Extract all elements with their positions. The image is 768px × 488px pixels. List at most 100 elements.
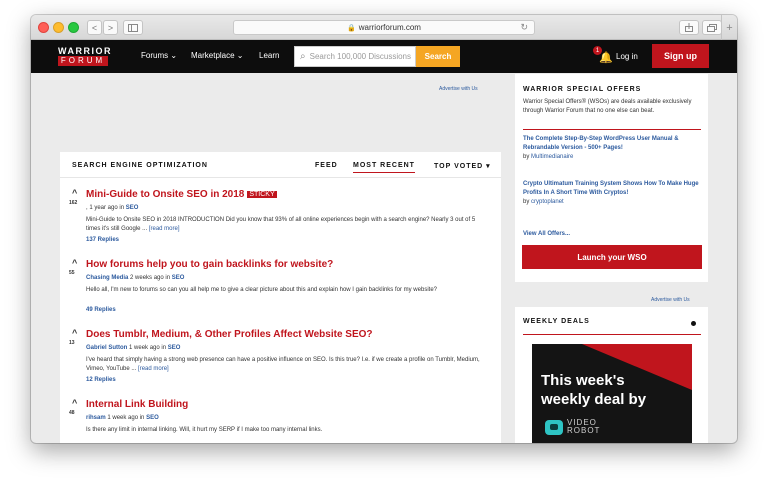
special-offers-description: Warrior Special Offers® (WSOs) are deals… <box>523 99 692 114</box>
back-button[interactable]: < <box>87 20 102 35</box>
upvote-icon[interactable]: ^ <box>72 329 77 338</box>
post-title-link[interactable]: Mini-Guide to Onsite SEO in 2018 STICKY <box>86 189 277 200</box>
weekly-deal-banner[interactable]: This week's weekly deal by VIDEO ROBOT <box>532 344 692 443</box>
chevron-left-icon: < <box>91 22 98 33</box>
banner-headline: This week's weekly deal by <box>541 371 646 409</box>
nav-marketplace-link[interactable]: Marketplace ⌄ <box>191 51 244 60</box>
launch-wso-button[interactable]: Launch your WSO <box>522 245 702 269</box>
search-input[interactable]: ⌕ Search 100,000 Discussions <box>294 46 416 67</box>
divider <box>523 129 701 130</box>
post-category-link[interactable]: SEO <box>172 275 185 281</box>
offer-by-text: by <box>523 154 530 160</box>
brand-line-2: ROBOT <box>567 426 601 435</box>
tab-top-voted[interactable]: TOP VOTED ▾ <box>434 162 491 170</box>
lock-icon: 🔒 <box>347 24 356 32</box>
post-excerpt: Mini-Guide to Onsite SEO in 2018 INTRODU… <box>86 216 486 234</box>
read-more-link[interactable]: [read more] <box>138 366 169 372</box>
vote-count: 55 <box>69 270 75 276</box>
post-excerpt: I've heard that simply having a strong w… <box>86 356 486 374</box>
replies-link[interactable]: 49 Replies <box>86 307 116 313</box>
carousel-dot-icon[interactable] <box>691 321 696 326</box>
tab-most-recent[interactable]: MOST RECENT <box>353 162 415 173</box>
banner-line-1: This week's <box>541 372 625 389</box>
offer-title-link[interactable]: Crypto Ultimatum Training System Shows H… <box>523 181 699 196</box>
special-offers-panel: WARRIOR SPECIAL OFFERS Warrior Special O… <box>515 74 708 282</box>
post-title-text: Mini-Guide to Onsite SEO in 2018 <box>86 189 245 200</box>
upvote-icon[interactable]: ^ <box>72 259 77 268</box>
post-meta-text: 1 week ago in <box>129 345 167 351</box>
vote-count: 48 <box>69 410 75 416</box>
post-title-link[interactable]: Internal Link Building <box>86 399 188 410</box>
offer-item: The Complete Step-By-Step WordPress User… <box>523 135 703 162</box>
tabs-icon <box>707 23 717 32</box>
replies-link[interactable]: 137 Replies <box>86 237 119 243</box>
view-all-offers-link[interactable]: View All Offers... <box>523 231 570 237</box>
post-meta-text: 2 weeks ago in <box>130 275 171 281</box>
address-bar[interactable]: 🔒 warriorforum.com ↻ <box>233 20 535 35</box>
search-button[interactable]: Search <box>416 46 460 67</box>
forward-button[interactable]: > <box>103 20 118 35</box>
zoom-window-icon[interactable] <box>68 22 79 33</box>
offer-author-link[interactable]: cryptoplanet <box>531 199 564 205</box>
search-icon: ⌕ <box>300 51 306 62</box>
vote-count: 13 <box>69 340 75 346</box>
special-offers-title: WARRIOR SPECIAL OFFERS <box>523 86 642 93</box>
notification-badge: 1 <box>593 46 602 55</box>
chevron-right-icon: > <box>107 22 114 33</box>
nav-forums-link[interactable]: Forums ⌄ <box>141 51 177 60</box>
banner-line-2: weekly deal by <box>541 391 647 408</box>
post-author-link[interactable]: Chasing Media <box>86 275 128 281</box>
post-title-link[interactable]: Does Tumblr, Medium, & Other Profiles Af… <box>86 329 373 340</box>
video-robot-logo-icon <box>545 420 563 435</box>
post-excerpt: Hello all, I'm new to forums so can you … <box>86 287 437 293</box>
post-author-link[interactable]: rihsam <box>86 415 106 421</box>
sidebar-icon <box>128 23 138 32</box>
warrior-forum-logo[interactable]: WARRIOR FORUM <box>58 45 111 67</box>
replies-link[interactable]: 12 Replies <box>86 377 116 383</box>
post-category-link[interactable]: SEO <box>146 415 159 421</box>
reload-icon[interactable]: ↻ <box>520 22 528 33</box>
read-more-link[interactable]: [read more] <box>149 226 180 232</box>
post-meta: Gabriel Sutton 1 week ago in SEO <box>86 345 180 351</box>
advertise-link-sidebar[interactable]: Advertise with Us <box>651 297 690 303</box>
login-link[interactable]: Log in <box>616 52 638 61</box>
close-window-icon[interactable] <box>38 22 49 33</box>
upvote-icon[interactable]: ^ <box>72 189 77 198</box>
logo-bottom-text: FORUM <box>58 56 108 66</box>
share-button[interactable] <box>679 20 699 35</box>
sidebar-toggle-button[interactable] <box>123 20 143 35</box>
logo-top-text: WARRIOR <box>58 46 112 56</box>
nav-learn-link[interactable]: Learn <box>259 51 279 60</box>
weekly-deals-panel: WEEKLY DEALS This week's weekly deal by V… <box>515 307 708 443</box>
post-author-link[interactable]: Gabriel Sutton <box>86 345 127 351</box>
post-meta: rihsam 1 week ago in SEO <box>86 415 159 421</box>
post-meta: Chasing Media 2 weeks ago in SEO <box>86 275 184 281</box>
upvote-icon[interactable]: ^ <box>72 399 77 408</box>
offer-byline: by Multimedianaire <box>523 154 573 160</box>
url-text: warriorforum.com <box>358 23 421 32</box>
browser-titlebar: < > 🔒 warriorforum.com ↻ + <box>31 15 737 40</box>
post-category-link[interactable]: SEO <box>126 205 139 211</box>
new-tab-button[interactable]: + <box>721 15 737 40</box>
post-category-link[interactable]: SEO <box>168 345 181 351</box>
post-excerpt: Is there any limit in internal linking. … <box>86 427 323 433</box>
post-excerpt-text: Mini-Guide to Onsite SEO in 2018 INTRODU… <box>86 217 476 232</box>
offer-byline: by cryptoplanet <box>523 199 564 205</box>
forum-card-header: SEARCH ENGINE OPTIMIZATION FEED MOST REC… <box>60 152 501 178</box>
post-title-link[interactable]: How forums help you to gain backlinks fo… <box>86 259 333 270</box>
sticky-badge: STICKY <box>247 191 277 198</box>
weekly-deals-title: WEEKLY DEALS <box>523 318 590 325</box>
advertise-link-top[interactable]: Advertise with Us <box>439 86 478 92</box>
tabs-overview-button[interactable] <box>702 20 722 35</box>
search-placeholder: Search 100,000 Discussions <box>309 52 411 61</box>
post-meta-text: 1 week ago in <box>107 415 145 421</box>
offer-by-text: by <box>523 199 530 205</box>
minimize-window-icon[interactable] <box>53 22 64 33</box>
forum-card: SEARCH ENGINE OPTIMIZATION FEED MOST REC… <box>60 152 501 443</box>
tab-feed[interactable]: FEED <box>315 162 338 169</box>
signup-button[interactable]: Sign up <box>652 44 709 68</box>
offer-author-link[interactable]: Multimedianaire <box>531 154 573 160</box>
offer-item: Crypto Ultimatum Training System Shows H… <box>523 180 703 207</box>
offer-title-link[interactable]: The Complete Step-By-Step WordPress User… <box>523 136 679 151</box>
site-navbar: WARRIOR FORUM Forums ⌄ Marketplace ⌄ Lea… <box>31 40 737 73</box>
